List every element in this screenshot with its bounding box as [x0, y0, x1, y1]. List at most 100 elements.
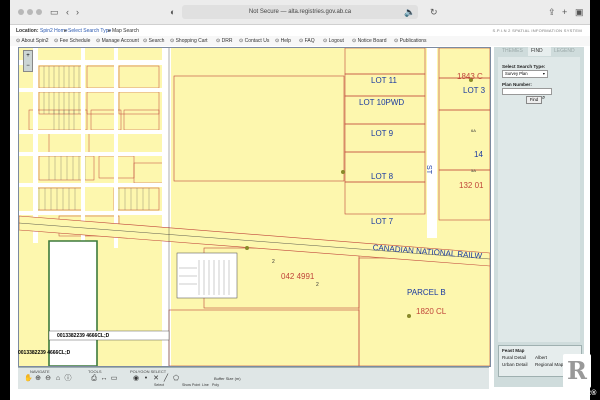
zoom-out-button[interactable]: ⊖ [44, 375, 52, 383]
nav-faq[interactable]: ⊙ FAQ [299, 36, 315, 46]
lot-label: LOT 7 [371, 217, 394, 226]
side-panel: THEMES FIND LEGEND Select Search Type: S… [494, 47, 584, 387]
main-nav: ⊙ About Spin2 ⊙ Fee Schedule ⊙ Manage Ac… [10, 36, 590, 46]
plan-label: 1820 CL [416, 307, 447, 316]
realtor-logo: R [563, 354, 591, 388]
speaker-icon[interactable]: 🔈 [404, 6, 415, 18]
plan-label: 1843 C [457, 72, 483, 81]
close-window-button[interactable] [18, 9, 24, 15]
nav-manage-account[interactable]: ⊙ Manage Account [96, 36, 139, 46]
centroid-marker [341, 170, 345, 174]
tab-find[interactable]: FIND [528, 47, 551, 56]
binoculars-icon[interactable]: ⌕ [542, 95, 545, 102]
zoom-in-icon[interactable]: + [24, 51, 32, 61]
address-bar[interactable]: Not Secure — alta.registries.gov.ab.ca [182, 5, 418, 19]
lot-label: LOT 9 [371, 129, 394, 138]
lot-label: LOT 3 [463, 86, 486, 95]
group-tools: TOOLS [88, 369, 102, 374]
overview-title: Feast Map [502, 348, 525, 353]
street-label: ST [424, 165, 432, 174]
pan-button[interactable]: ✋ [24, 375, 33, 383]
sidebar-icon[interactable]: ▭ [50, 6, 59, 18]
poly-button-label: Poly [212, 383, 219, 387]
find-panel: Select Search Type: Survey Plan ▾ Plan N… [498, 57, 580, 342]
overview-albert[interactable]: Albert [535, 355, 547, 360]
nav-fee-schedule[interactable]: ⊙ Fee Schedule [54, 36, 90, 46]
measure-button[interactable]: ↔ [100, 375, 108, 383]
lot-label: LOT 11 [371, 76, 397, 85]
url-text: Not Secure — alta.registries.gov.ab.ca [248, 9, 352, 15]
map-canvas[interactable]: LOT 11 LOT 10PWD LOT 9 LOT 8 LOT 7 1843 … [18, 47, 491, 367]
open-space-parcel [48, 240, 98, 366]
forward-icon[interactable]: › [76, 6, 79, 18]
tabs-overview-icon[interactable]: ▣ [575, 6, 584, 18]
select-button[interactable]: ▭ [110, 375, 118, 383]
browser-toolbar: ▭ ‹ › ◐ Not Secure — alta.registries.gov… [10, 0, 590, 25]
point-button-label: Point [192, 383, 201, 387]
buffer-size-label: Buffer Size (m) [214, 376, 241, 381]
popup-label: 0013382239 4666CL;D [57, 333, 110, 339]
back-icon[interactable]: ‹ [66, 6, 69, 18]
lot-label: LOT 8 [371, 172, 394, 181]
polygon-select-button-label: Select [154, 383, 164, 387]
identify-button[interactable]: ⓘ [64, 375, 72, 383]
parcel-label: PARCEL B [407, 288, 446, 297]
subdivision-block [176, 252, 238, 299]
nav-about[interactable]: ⊙ About Spin2 [16, 36, 49, 46]
lot-label: 5A [471, 168, 476, 173]
lot-label: 14 [474, 150, 483, 159]
nav-drr[interactable]: ⊙ DRR [216, 36, 232, 46]
minimize-window-button[interactable] [27, 9, 33, 15]
find-button[interactable]: Find [526, 96, 542, 104]
full-extent-button[interactable]: ⌂ [54, 375, 62, 383]
print-button[interactable]: ⎙ [90, 375, 98, 383]
zoom-out-icon[interactable]: − [24, 61, 32, 71]
show-button-label: Show [182, 383, 191, 387]
lot-number: 2 [316, 282, 319, 288]
realtor-r-icon: R [567, 356, 587, 385]
nav-publications[interactable]: ⊙ Publications [394, 36, 427, 46]
search-type-select[interactable]: Survey Plan ▾ [502, 70, 548, 78]
chevron-down-icon: ▾ [542, 71, 545, 76]
tab-legend[interactable]: LEGEND [554, 47, 582, 56]
centroid-marker [407, 314, 411, 318]
panel-tabs: THEMES FIND LEGEND [494, 47, 584, 56]
shield-icon[interactable]: ◐ [170, 6, 175, 18]
nav-help[interactable]: ⊙ Help [275, 36, 291, 46]
clear-button[interactable]: ✕ [152, 375, 160, 383]
group-navigate: NAVIGATE [30, 369, 50, 374]
overview-rural-detail[interactable]: Rural Detail [502, 355, 526, 360]
line-button-label: Line [202, 383, 209, 387]
overview-urban-detail[interactable]: Urban Detail [502, 362, 528, 367]
nav-logout[interactable]: ⊙ Logout [323, 36, 344, 46]
zoom-in-button[interactable]: ⊕ [34, 375, 42, 383]
browser-window: ▭ ‹ › ◐ Not Secure — alta.registries.gov… [10, 0, 590, 400]
share-icon[interactable]: ⇪ [548, 6, 556, 18]
overview-regional-map[interactable]: Regional Map [535, 362, 563, 367]
show-button[interactable]: ◉ [132, 375, 140, 383]
centroid-marker [245, 246, 249, 250]
reload-icon[interactable]: ↻ [430, 6, 438, 18]
nav-notice-board[interactable]: ⊙ Notice Board [352, 36, 387, 46]
maximize-window-button[interactable] [36, 9, 42, 15]
nav-search[interactable]: ⊙ Search [143, 36, 164, 46]
plan-label: 042 4991 [281, 272, 315, 281]
nav-contact-us[interactable]: ⊙ Contact Us [239, 36, 269, 46]
select-type-label: Select Search Type: [502, 64, 546, 69]
green-parcel-left [19, 243, 47, 366]
tab-themes[interactable]: THEMES [502, 47, 524, 56]
cadastral-map [19, 48, 490, 366]
line-button[interactable]: ╱ [162, 375, 170, 383]
map-toolbar: NAVIGATE TOOLS POLYGON SELECT ✋ ⊕ ⊖ ⌂ ⓘ … [18, 367, 489, 389]
coordinate-readout: 0013382239 4666CL;D [18, 350, 71, 356]
lot-number: 2 [272, 259, 275, 265]
realtor-watermark: REALTOR® [556, 390, 597, 397]
new-tab-icon[interactable]: + [562, 6, 567, 18]
point-button[interactable]: • [142, 375, 150, 383]
plan-number-input[interactable] [502, 88, 552, 95]
lot-label: 6A [471, 128, 476, 133]
group-polygon-select: POLYGON SELECT [130, 369, 167, 374]
zoom-control[interactable]: + − [23, 50, 33, 72]
poly-button[interactable]: ⬠ [172, 375, 180, 383]
nav-shopping-cart[interactable]: ⊙ Shopping Cart [170, 36, 208, 46]
